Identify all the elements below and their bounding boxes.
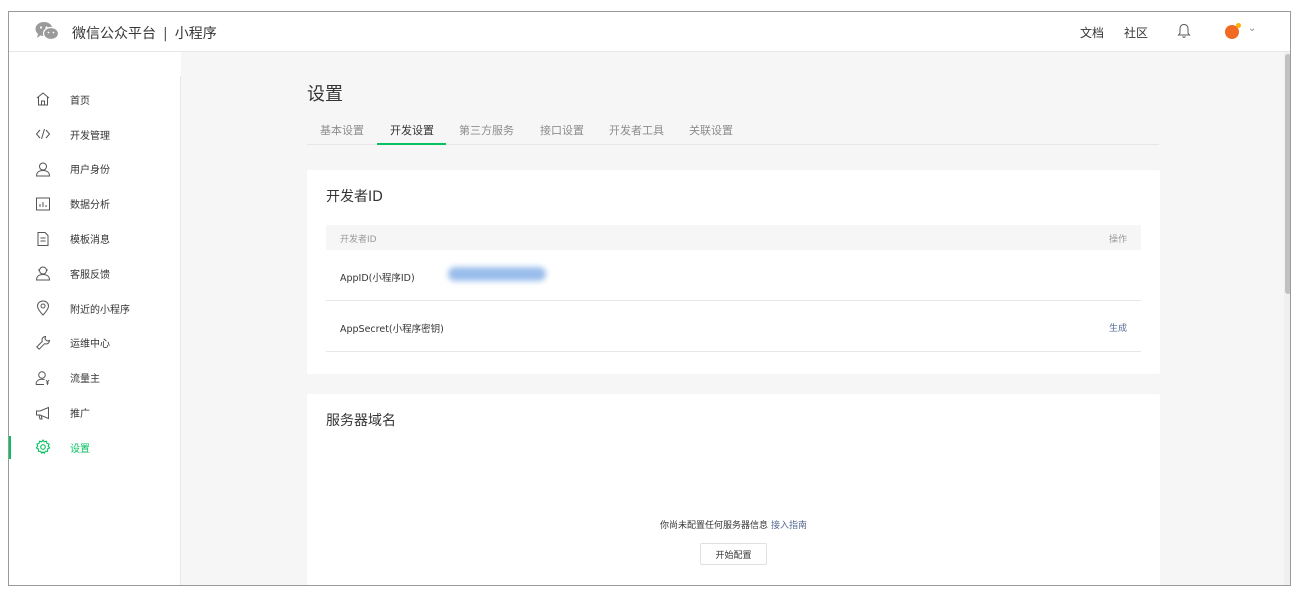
- sidebar-item-user-identity[interactable]: 用户身份: [9, 152, 180, 187]
- appsecret-label: AppSecret(小程序密钥): [340, 324, 444, 335]
- start-config-button[interactable]: 开始配置: [700, 543, 767, 565]
- avatar[interactable]: [1225, 23, 1241, 39]
- code-icon: [35, 126, 51, 142]
- developer-id-title: 开发者ID: [326, 189, 383, 205]
- sidebar-item-home[interactable]: 首页: [9, 82, 180, 117]
- wrench-icon: [35, 335, 51, 351]
- column-header-developer-id: 开发者ID: [340, 235, 377, 245]
- sidebar-item-promotion[interactable]: 推广: [9, 395, 180, 430]
- community-link[interactable]: 社区: [1124, 24, 1148, 41]
- megaphone-icon: [35, 405, 51, 421]
- location-icon: [35, 300, 51, 316]
- appid-label: AppID(小程序ID): [340, 273, 415, 284]
- sidebar-item-dev-management[interactable]: 开发管理: [9, 117, 180, 152]
- app-window: 微信公众平台 | 小程序 文档 社区 ⌄ 首页 开发管理 用户身份 数据分析 模…: [8, 11, 1291, 586]
- title-separator: |: [163, 26, 168, 42]
- top-bar: 微信公众平台 | 小程序 文档 社区 ⌄: [9, 12, 1290, 52]
- column-header-action: 操作: [1108, 235, 1127, 245]
- sidebar-item-label: 流量主: [70, 374, 100, 386]
- table-row-appid: AppID(小程序ID): [326, 250, 1141, 301]
- sidebar-item-label: 模板消息: [70, 235, 110, 247]
- gear-icon: [35, 439, 51, 455]
- bell-icon[interactable]: [1177, 23, 1191, 39]
- sidebar-divider: [180, 76, 181, 585]
- sidebar: 首页 开发管理 用户身份 数据分析 模板消息 客服反馈 附近的小程序 运维中心 …: [9, 52, 181, 585]
- tab-basic-settings[interactable]: 基本设置: [320, 122, 364, 138]
- sidebar-item-label: 附近的小程序: [70, 304, 130, 316]
- access-guide-link[interactable]: 接入指南: [771, 521, 807, 531]
- customer-service-icon: [35, 265, 51, 281]
- wechat-logo-icon[interactable]: [35, 21, 59, 41]
- sidebar-item-label: 用户身份: [70, 165, 110, 177]
- chevron-down-icon[interactable]: ⌄: [1248, 23, 1256, 34]
- sidebar-item-ops-center[interactable]: 运维中心: [9, 326, 180, 361]
- table-row-appsecret: AppSecret(小程序密钥) 生成: [326, 301, 1141, 352]
- sidebar-item-label: 开发管理: [70, 130, 110, 142]
- docs-link[interactable]: 文档: [1080, 24, 1104, 41]
- sidebar-item-label: 客服反馈: [70, 269, 110, 281]
- sidebar-item-label: 首页: [70, 95, 90, 107]
- brand-name: 微信公众平台: [72, 26, 156, 42]
- sidebar-item-template-message[interactable]: 模板消息: [9, 221, 180, 256]
- tab-linked-settings[interactable]: 关联设置: [689, 122, 733, 138]
- server-domain-title: 服务器域名: [326, 413, 396, 429]
- scrollbar-thumb[interactable]: [1285, 54, 1290, 294]
- product-name: 小程序: [174, 26, 217, 42]
- sidebar-item-label: 推广: [70, 409, 90, 421]
- tab-dev-tools[interactable]: 开发者工具: [609, 122, 664, 138]
- traffic-user-icon: [35, 370, 51, 386]
- sidebar-item-data-analysis[interactable]: 数据分析: [9, 186, 180, 221]
- no-server-config-message: 你尚未配置任何服务器信息: [660, 521, 769, 531]
- sidebar-item-settings[interactable]: 设置: [9, 430, 180, 465]
- generate-secret-link[interactable]: 生成: [1109, 321, 1127, 334]
- document-icon: [35, 231, 51, 247]
- empty-state-text: 你尚未配置任何服务器信息 接入指南: [307, 518, 1160, 531]
- tab-third-party-services[interactable]: 第三方服务: [459, 122, 514, 138]
- sidebar-item-label: 运维中心: [70, 339, 110, 351]
- tab-dev-settings[interactable]: 开发设置: [390, 122, 434, 138]
- sidebar-nav: 首页 开发管理 用户身份 数据分析 模板消息 客服反馈 附近的小程序 运维中心 …: [9, 82, 180, 465]
- sidebar-item-label: 数据分析: [70, 200, 110, 212]
- user-icon: [35, 161, 51, 177]
- sidebar-item-customer-feedback[interactable]: 客服反馈: [9, 256, 180, 291]
- developer-id-table-header: 开发者ID 操作: [326, 225, 1141, 250]
- page-title: 设置: [307, 84, 343, 105]
- active-tab-indicator: [377, 143, 446, 145]
- home-icon: [35, 91, 51, 107]
- developer-id-card: 开发者ID 开发者ID 操作 AppID(小程序ID) AppSecret(小程…: [307, 170, 1160, 374]
- sidebar-item-label: 设置: [70, 443, 90, 455]
- settings-tabs: 基本设置 开发设置 第三方服务 接口设置 开发者工具 关联设置: [307, 115, 1159, 145]
- app-title[interactable]: 微信公众平台 | 小程序: [72, 23, 217, 43]
- sidebar-item-traffic-owner[interactable]: 流量主: [9, 360, 180, 395]
- chart-icon: [35, 196, 51, 212]
- appid-value-redacted: [448, 267, 546, 281]
- tab-api-settings[interactable]: 接口设置: [540, 122, 584, 138]
- server-domain-card: 服务器域名 你尚未配置任何服务器信息 接入指南 开始配置: [307, 394, 1160, 585]
- sidebar-item-nearby-miniprogram[interactable]: 附近的小程序: [9, 291, 180, 326]
